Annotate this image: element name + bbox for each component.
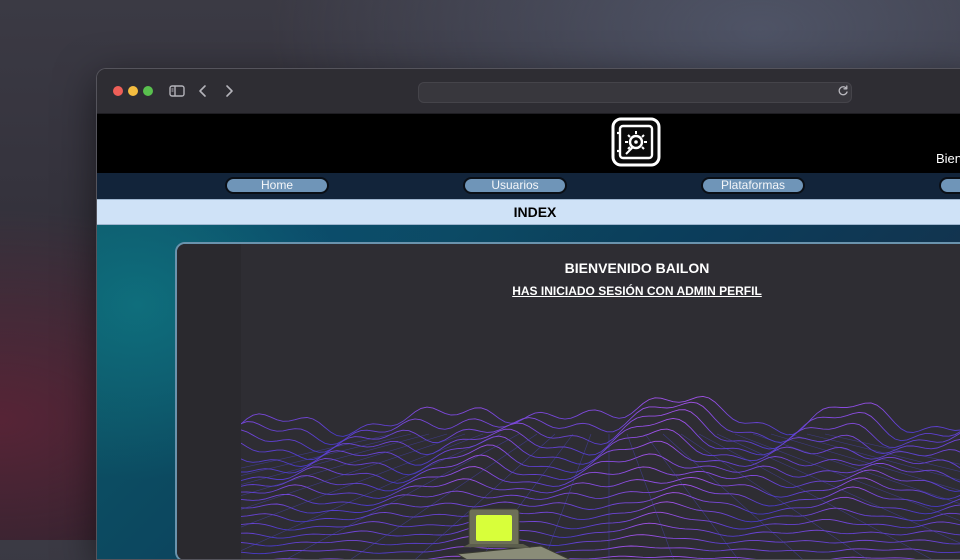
minimize-window-button[interactable]: [128, 86, 138, 96]
site-header: Bien: [97, 114, 960, 173]
close-window-button[interactable]: [113, 86, 123, 96]
header-welcome-text: Bien: [936, 151, 960, 166]
profile-link[interactable]: HAS INICIADO SESIÓN CON ADMIN PERFIL: [177, 284, 960, 298]
web-page: Bien Home Usuarios Plataformas INDEX BIE…: [97, 114, 960, 559]
browser-window: Bien Home Usuarios Plataformas INDEX BIE…: [96, 68, 960, 560]
wireframe-landscape-image: [241, 395, 960, 559]
welcome-heading: BIENVENIDO BAILON: [564, 260, 710, 276]
welcome-panel: BIENVENIDO BAILON HAS INICIADO SESIÓN CO…: [175, 242, 960, 559]
nav-usuarios-button[interactable]: Usuarios: [463, 177, 567, 194]
nav-extra-button[interactable]: [939, 177, 960, 194]
zoom-window-button[interactable]: [143, 86, 153, 96]
main-nav: Home Usuarios Plataformas: [97, 173, 960, 199]
page-title: INDEX: [513, 204, 557, 220]
chevron-right-icon[interactable]: [219, 81, 239, 101]
browser-toolbar: [97, 69, 960, 114]
nav-home-button[interactable]: Home: [225, 177, 329, 194]
chevron-left-icon[interactable]: [193, 81, 213, 101]
reload-icon[interactable]: [836, 84, 850, 98]
nav-plataformas-button[interactable]: Plataformas: [701, 177, 805, 194]
sidebar-icon[interactable]: [167, 81, 187, 101]
address-bar[interactable]: [418, 82, 852, 103]
vault-icon[interactable]: [611, 117, 661, 167]
page-title-bar: INDEX: [97, 199, 960, 225]
